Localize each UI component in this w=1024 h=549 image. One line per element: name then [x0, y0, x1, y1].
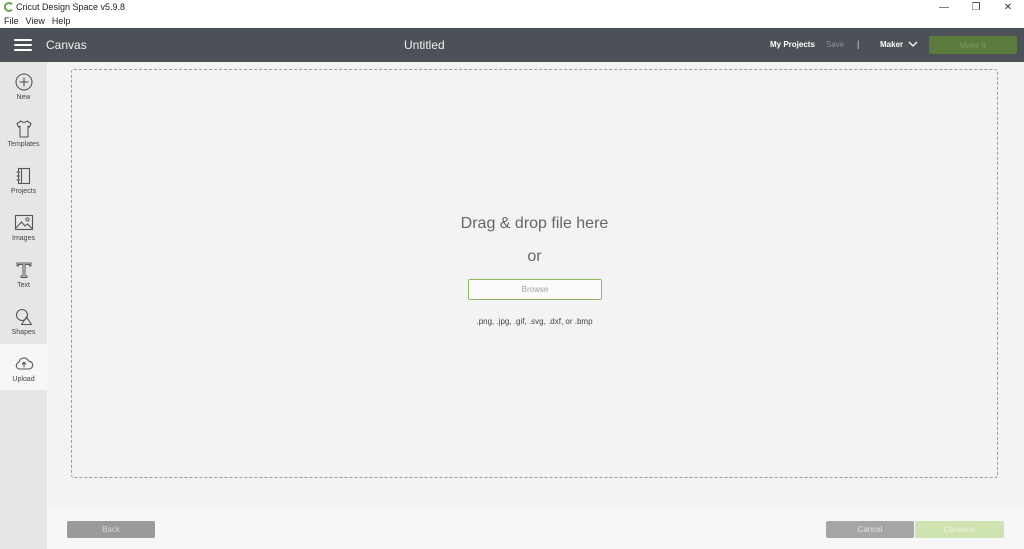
bottom-action-bar: Back Cancel Continue: [47, 509, 1024, 549]
my-projects-link[interactable]: My Projects: [770, 40, 815, 49]
sidebar-item-new[interactable]: New: [0, 62, 47, 108]
make-it-button[interactable]: Make It: [929, 36, 1017, 54]
header-separator: |: [857, 39, 860, 49]
browse-button[interactable]: Browse: [468, 279, 602, 300]
sidebar-item-label: Text: [17, 282, 30, 289]
notebook-icon: [16, 167, 30, 185]
sidebar-item-label: Upload: [12, 376, 35, 383]
cricut-logo-icon: [4, 2, 13, 12]
section-title: Canvas: [46, 38, 87, 52]
menu-help[interactable]: Help: [48, 15, 74, 28]
document-title[interactable]: Untitled: [404, 38, 445, 52]
save-button[interactable]: Save: [826, 40, 844, 49]
image-icon: [14, 214, 33, 231]
menu-view[interactable]: View: [22, 15, 48, 28]
menu-bar: File View Help: [0, 15, 1024, 28]
drop-instructions: Drag & drop file here: [460, 215, 609, 232]
sidebar-item-label: Projects: [10, 188, 37, 195]
sidebar-item-label: New: [16, 94, 31, 101]
machine-selector[interactable]: Maker: [880, 40, 903, 49]
supported-formats-text: .png, .jpg, .gif, .svg, .dxf, or .bmp: [476, 317, 593, 326]
sidebar-item-label: Images: [12, 235, 35, 242]
cloud-upload-icon: [15, 357, 33, 370]
chevron-down-icon[interactable]: [908, 40, 918, 48]
menu-file[interactable]: File: [0, 15, 22, 28]
left-sidebar: New Templates Projects Images Text Shape…: [0, 62, 47, 549]
continue-button[interactable]: Continue: [915, 521, 1004, 538]
tshirt-icon: [15, 120, 32, 138]
sidebar-item-upload[interactable]: Upload: [0, 344, 47, 390]
sidebar-item-label: Templates: [7, 141, 40, 148]
cancel-button[interactable]: Cancel: [826, 521, 914, 538]
app-header: Canvas Untitled My Projects Save | Maker…: [0, 28, 1024, 62]
file-drop-zone[interactable]: Drag & drop file here or Browse .png, .j…: [71, 69, 998, 478]
sidebar-item-templates[interactable]: Templates: [0, 109, 47, 155]
or-divider-text: or: [527, 248, 542, 265]
sidebar-item-label: Shapes: [11, 329, 36, 336]
maximize-button[interactable]: ❐: [960, 0, 992, 15]
plus-circle-icon: [14, 73, 33, 91]
sidebar-item-text[interactable]: Text: [0, 250, 47, 296]
close-button[interactable]: ✕: [992, 0, 1024, 15]
sidebar-item-images[interactable]: Images: [0, 203, 47, 249]
back-button[interactable]: Back: [67, 521, 155, 538]
window-title: Cricut Design Space v5.9.8: [16, 2, 126, 12]
sidebar-item-projects[interactable]: Projects: [0, 156, 47, 202]
window-title-bar: Cricut Design Space v5.9.8 — ❐ ✕: [0, 0, 1024, 15]
text-t-icon: [16, 262, 31, 278]
hamburger-menu-icon[interactable]: [14, 39, 32, 51]
minimize-button[interactable]: —: [928, 0, 960, 15]
shapes-icon: [15, 308, 32, 326]
sidebar-item-shapes[interactable]: Shapes: [0, 297, 47, 343]
